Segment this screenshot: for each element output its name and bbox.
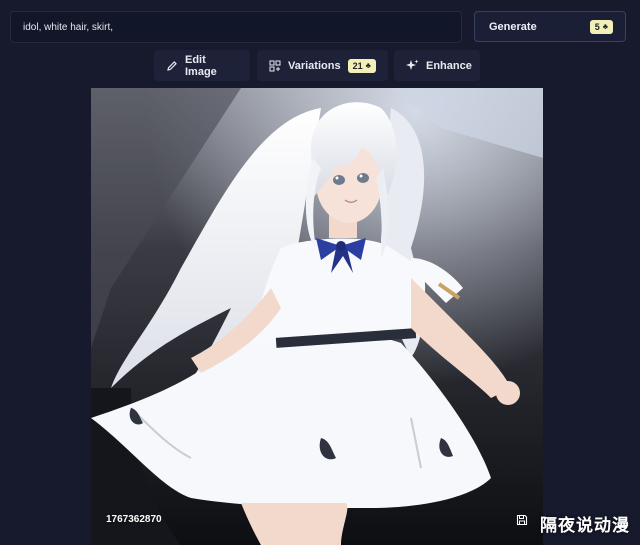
edit-image-button[interactable]: Edit Image [154, 50, 250, 81]
edit-image-label: Edit Image [185, 53, 217, 78]
generate-cost-badge: 5 ♣ [589, 19, 613, 34]
enhance-button[interactable]: Enhance [394, 50, 480, 81]
variations-label: Variations [288, 59, 341, 72]
variations-button[interactable]: Variations 21 ♣ [257, 50, 388, 81]
generate-cost: 5 [594, 21, 600, 32]
credit-icon: ♣ [602, 21, 608, 31]
grid-icon [269, 60, 281, 72]
prompt-field[interactable] [10, 11, 462, 43]
watermark: 隔夜说动漫 [540, 516, 630, 536]
generate-label: Generate [489, 20, 537, 33]
seed-label: 1767362870 [106, 514, 162, 525]
prompt-input[interactable] [23, 21, 461, 33]
anime-girl-illustration [91, 88, 543, 545]
enhance-label: Enhance [426, 59, 472, 72]
generate-button[interactable]: Generate 5 ♣ [474, 11, 626, 42]
image-toolbar: Edit Image Variations 21 ♣ Enhance [0, 50, 640, 82]
credit-icon: ♣ [365, 60, 371, 70]
save-icon[interactable] [516, 513, 528, 531]
generated-image[interactable] [91, 88, 543, 545]
sparkle-icon [406, 59, 419, 72]
variations-cost-badge: 21 ♣ [347, 58, 376, 73]
variations-cost: 21 [352, 60, 363, 71]
pencil-icon [166, 60, 178, 72]
